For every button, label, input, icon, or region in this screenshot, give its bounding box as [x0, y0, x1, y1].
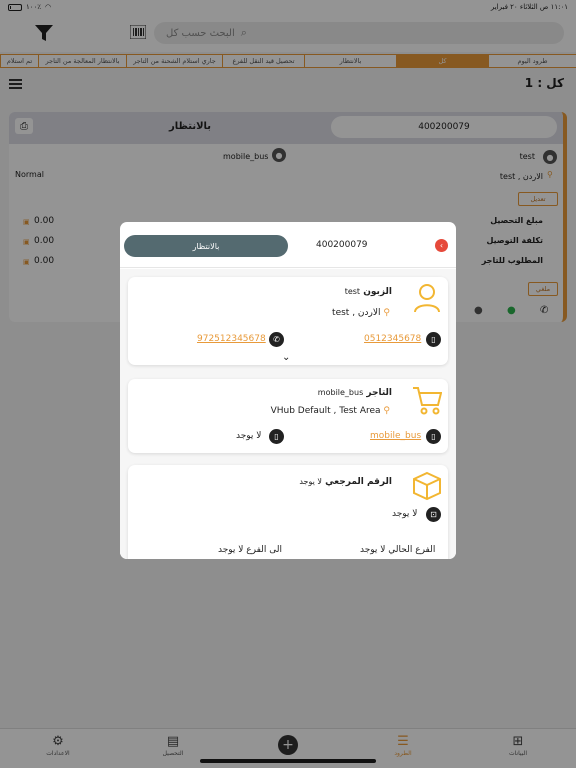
customer-title: الزبون test [345, 287, 392, 297]
mobile-phone-icon: ▯ [426, 429, 441, 444]
shopping-cart-icon [413, 387, 442, 415]
package-box-icon [413, 471, 441, 501]
home-indicator [200, 759, 376, 763]
customer-address: الاردن , test [332, 308, 381, 318]
reference-second-value: لا يوجد [392, 509, 418, 519]
modal-content[interactable]: الزبون test ⚲ الاردن , test ▯ 0512345678… [120, 269, 456, 559]
merchant-card: التاجر mobile_bus ⚲ VHub Default , Test … [128, 379, 448, 453]
customer-address-row: ⚲ الاردن , test [332, 308, 390, 318]
location-pin-icon: ⚲ [383, 308, 390, 318]
mobile-phone-icon: ▯ [269, 429, 284, 444]
close-icon[interactable]: ‹ [435, 239, 448, 252]
modal-order-number: 400200079 [316, 240, 368, 250]
merchant-second-phone: لا يوجد [236, 431, 262, 441]
merchant-address-row: ⚲ VHub Default , Test Area [271, 406, 390, 416]
order-details-modal: بالانتظار 400200079 ‹ الزبون test ⚲ الار… [120, 222, 456, 559]
whatsapp-icon: ✆ [269, 332, 284, 347]
document-scan-icon: ⊡ [426, 507, 441, 522]
to-branch: الى الفرع لا يوجد [218, 545, 283, 555]
reference-title: الرقم المرجعي لا يوجد [299, 477, 392, 487]
customer-whatsapp-link[interactable]: 972512345678 [197, 334, 266, 344]
modal-status-pill: بالانتظار [124, 235, 288, 257]
merchant-title-label: التاجر [366, 388, 392, 398]
modal-header: بالانتظار 400200079 ‹ [120, 222, 456, 268]
customer-card: الزبون test ⚲ الاردن , test ▯ 0512345678… [128, 277, 448, 365]
chevron-down-icon[interactable]: ⌄ [282, 352, 290, 363]
current-branch: الفرع الحالي لا يوجد [360, 545, 436, 555]
customer-phone-link[interactable]: 0512345678 [364, 334, 421, 344]
merchant-title: التاجر mobile_bus [318, 388, 392, 398]
customer-name: test [344, 287, 361, 296]
merchant-name: mobile_bus [317, 388, 364, 397]
customer-title-label: الزبون [363, 287, 392, 297]
reference-title-label: الرقم المرجعي [325, 477, 392, 487]
merchant-phone-link[interactable]: mobile_bus [370, 431, 421, 441]
merchant-address: VHub Default , Test Area [270, 406, 381, 416]
mobile-phone-icon: ▯ [426, 332, 441, 347]
reference-card: الرقم المرجعي لا يوجد ⊡ لا يوجد الفرع ال… [128, 465, 448, 559]
reference-value: لا يوجد [299, 477, 322, 486]
user-icon [414, 284, 440, 313]
location-pin-icon: ⚲ [383, 406, 390, 416]
